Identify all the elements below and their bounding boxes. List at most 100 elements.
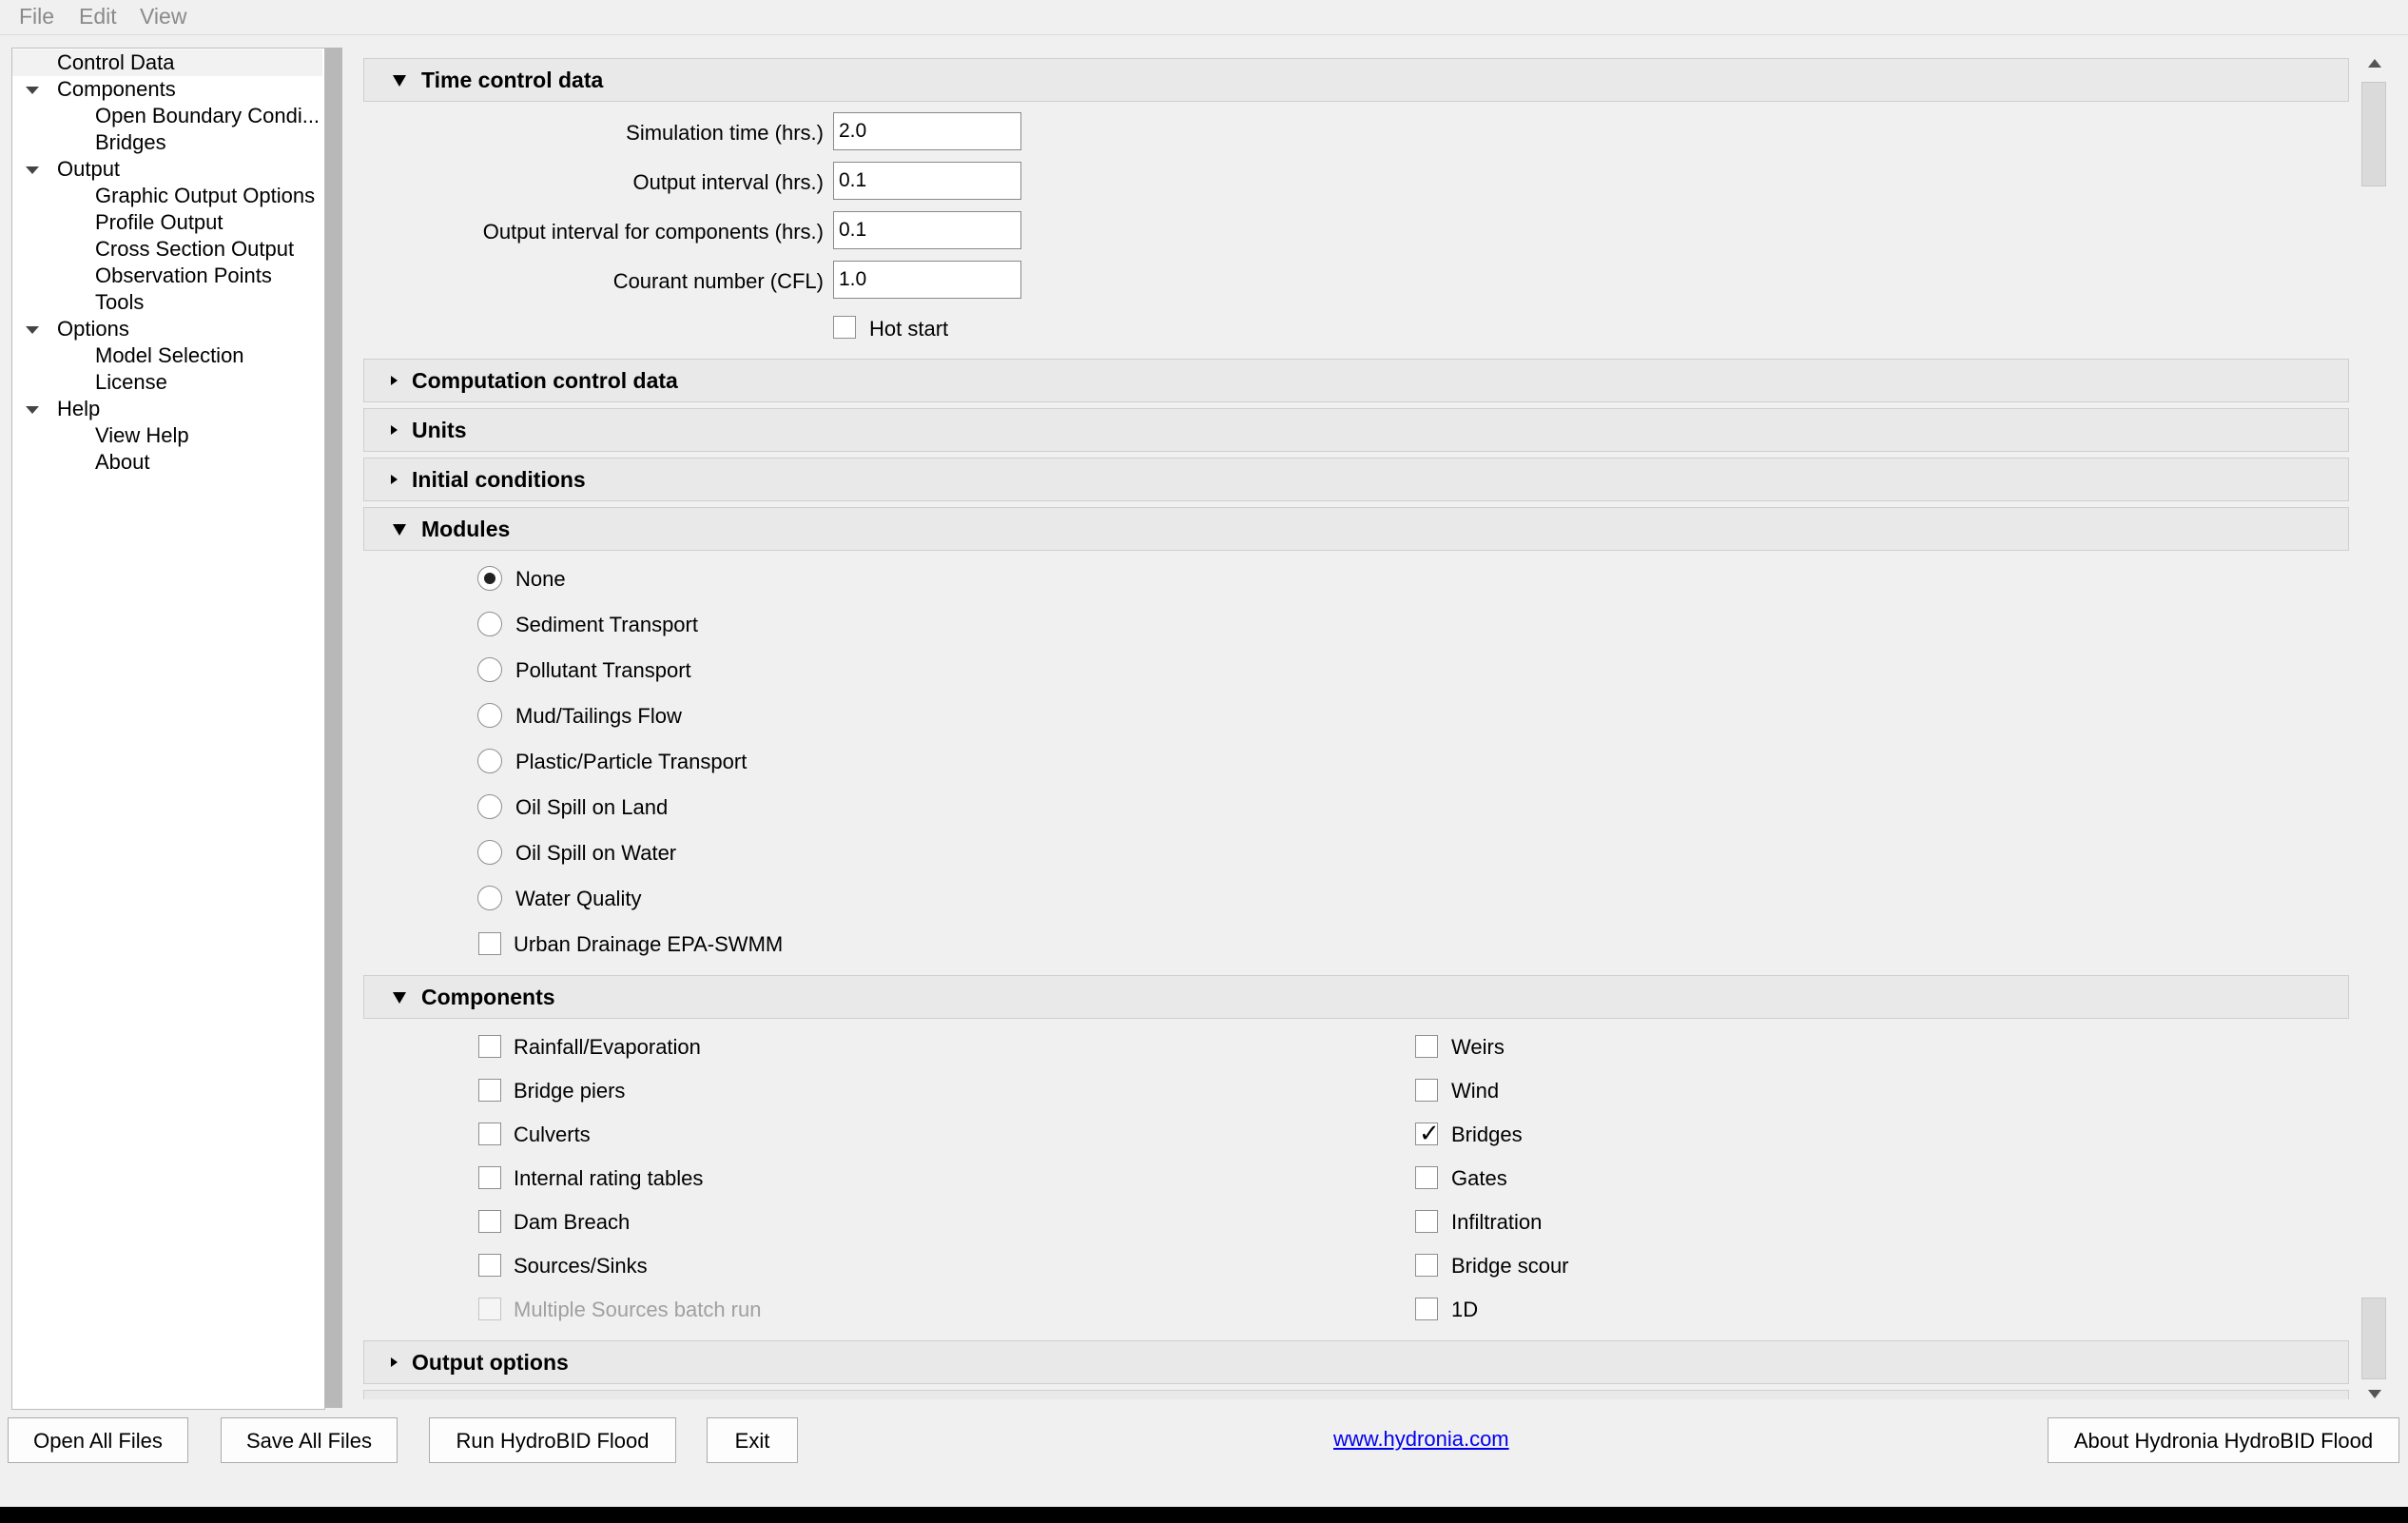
run-hydrobid-button[interactable]: Run HydroBID Flood <box>429 1417 676 1463</box>
section-title: Components <box>421 985 555 1009</box>
module-mud-radio[interactable] <box>477 703 502 728</box>
module-water-quality-label: Water Quality <box>515 887 642 910</box>
tree-item-bridges[interactable]: Bridges <box>95 129 166 156</box>
section-title: Output options <box>412 1350 569 1375</box>
tree-item-options[interactable]: Options <box>57 316 129 342</box>
expand-arrow-icon[interactable] <box>26 166 39 174</box>
infiltration-checkbox[interactable] <box>1415 1210 1438 1233</box>
tree-item-tools[interactable]: Tools <box>95 289 144 316</box>
section-initial-conditions[interactable]: Initial conditions <box>363 458 2349 501</box>
tree-item-components[interactable]: Components <box>57 76 176 103</box>
dam-breach-label: Dam Breach <box>514 1210 631 1234</box>
courant-number-label: Courant number (CFL) <box>612 269 824 293</box>
module-sediment-radio[interactable] <box>477 612 502 636</box>
exit-button[interactable]: Exit <box>707 1417 798 1463</box>
module-pollutant-radio[interactable] <box>477 657 502 682</box>
tree-item-output[interactable]: Output <box>57 156 120 183</box>
tree-item-profile-output[interactable]: Profile Output <box>95 209 223 236</box>
output-interval-components-label: Output interval for components (hrs.) <box>482 220 824 244</box>
tree-item-license[interactable]: License <box>95 369 167 396</box>
sources-sinks-checkbox[interactable] <box>478 1254 501 1277</box>
section-units[interactable]: Units <box>363 408 2349 452</box>
output-interval-components-input[interactable] <box>833 211 1021 249</box>
save-all-files-button[interactable]: Save All Files <box>221 1417 398 1463</box>
collapse-triangle-icon <box>393 75 406 87</box>
tree-item-view-help[interactable]: View Help <box>95 422 189 449</box>
menu-edit[interactable]: Edit <box>79 4 117 29</box>
hot-start-label: Hot start <box>869 317 949 341</box>
hydronia-website-link[interactable]: www.hydronia.com <box>1333 1427 1509 1452</box>
culverts-checkbox[interactable] <box>478 1123 501 1145</box>
section-title: Units <box>412 418 467 442</box>
open-all-files-button[interactable]: Open All Files <box>8 1417 188 1463</box>
gates-label: Gates <box>1451 1166 1507 1190</box>
simulation-time-input[interactable] <box>833 112 1021 150</box>
section-computation-control[interactable]: Computation control data <box>363 359 2349 402</box>
culverts-label: Culverts <box>514 1123 591 1146</box>
tree-item-model-selection[interactable]: Model Selection <box>95 342 244 369</box>
wind-label: Wind <box>1451 1079 1500 1103</box>
module-oil-water-radio[interactable] <box>477 840 502 865</box>
module-none-label: None <box>515 567 566 591</box>
vertical-scrollbar[interactable] <box>2360 53 2389 1404</box>
rainfall-checkbox[interactable] <box>478 1035 501 1058</box>
bridge-piers-checkbox[interactable] <box>478 1079 501 1102</box>
wind-checkbox[interactable] <box>1415 1079 1438 1102</box>
multiple-sources-checkbox <box>478 1298 501 1320</box>
module-none-radio[interactable] <box>477 566 502 591</box>
section-partial-header <box>363 1390 2349 1399</box>
tree-item-about[interactable]: About <box>95 449 150 476</box>
tree-item-observation-points[interactable]: Observation Points <box>95 263 272 289</box>
tree-item-help[interactable]: Help <box>57 396 100 422</box>
rainfall-label: Rainfall/Evaporation <box>514 1035 701 1059</box>
tree-item-open-boundary[interactable]: Open Boundary Condi... <box>95 103 320 129</box>
output-interval-label: Output interval (hrs.) <box>632 170 824 194</box>
module-plastic-radio[interactable] <box>477 749 502 773</box>
hot-start-checkbox[interactable] <box>833 316 856 339</box>
expand-triangle-icon <box>391 475 398 484</box>
module-plastic-label: Plastic/Particle Transport <box>515 750 748 773</box>
infiltration-label: Infiltration <box>1451 1210 1543 1234</box>
menu-bar: File Edit View <box>0 0 2408 35</box>
collapse-triangle-icon <box>393 992 406 1004</box>
internal-rating-checkbox[interactable] <box>478 1166 501 1189</box>
module-water-quality-radio[interactable] <box>477 886 502 910</box>
urban-drainage-checkbox[interactable] <box>478 932 501 955</box>
module-mud-label: Mud/Tailings Flow <box>515 704 682 728</box>
bridges-checkbox[interactable]: ✓ <box>1415 1119 1440 1147</box>
section-modules[interactable]: Modules <box>363 507 2349 551</box>
urban-drainage-label: Urban Drainage EPA-SWMM <box>514 932 784 956</box>
section-title: Initial conditions <box>412 467 586 492</box>
expand-arrow-icon[interactable] <box>26 406 39 414</box>
module-sediment-label: Sediment Transport <box>515 613 698 636</box>
scroll-up-arrow-icon[interactable] <box>2368 59 2381 68</box>
radio-selected-dot <box>484 573 495 584</box>
about-hydronia-button[interactable]: About Hydronia HydroBID Flood <box>2048 1417 2399 1463</box>
panel-splitter[interactable] <box>325 48 342 1408</box>
menu-file[interactable]: File <box>19 4 54 29</box>
module-pollutant-label: Pollutant Transport <box>515 658 691 682</box>
section-output-options[interactable]: Output options <box>363 1340 2349 1384</box>
tree-item-cross-section[interactable]: Cross Section Output <box>95 236 294 263</box>
module-oil-water-label: Oil Spill on Water <box>515 841 677 865</box>
courant-number-input[interactable] <box>833 261 1021 299</box>
output-interval-input[interactable] <box>833 162 1021 200</box>
gates-checkbox[interactable] <box>1415 1166 1438 1189</box>
section-title: Time control data <box>421 68 604 92</box>
tree-item-control-data[interactable]: Control Data <box>12 49 322 76</box>
dam-breach-checkbox[interactable] <box>478 1210 501 1233</box>
section-time-control[interactable]: Time control data <box>363 58 2349 102</box>
section-title: Modules <box>421 517 511 541</box>
menu-view[interactable]: View <box>140 4 186 29</box>
scroll-down-arrow-icon[interactable] <box>2368 1390 2381 1398</box>
one-d-checkbox[interactable] <box>1415 1298 1438 1320</box>
expand-arrow-icon[interactable] <box>26 326 39 334</box>
tree-item-graphic-output[interactable]: Graphic Output Options <box>95 183 315 209</box>
section-components[interactable]: Components <box>363 975 2349 1019</box>
scrollbar-thumb[interactable] <box>2361 82 2386 186</box>
section-title: Computation control data <box>412 368 678 393</box>
expand-arrow-icon[interactable] <box>26 87 39 94</box>
module-oil-land-radio[interactable] <box>477 794 502 819</box>
weirs-checkbox[interactable] <box>1415 1035 1438 1058</box>
bridge-scour-checkbox[interactable] <box>1415 1254 1438 1277</box>
